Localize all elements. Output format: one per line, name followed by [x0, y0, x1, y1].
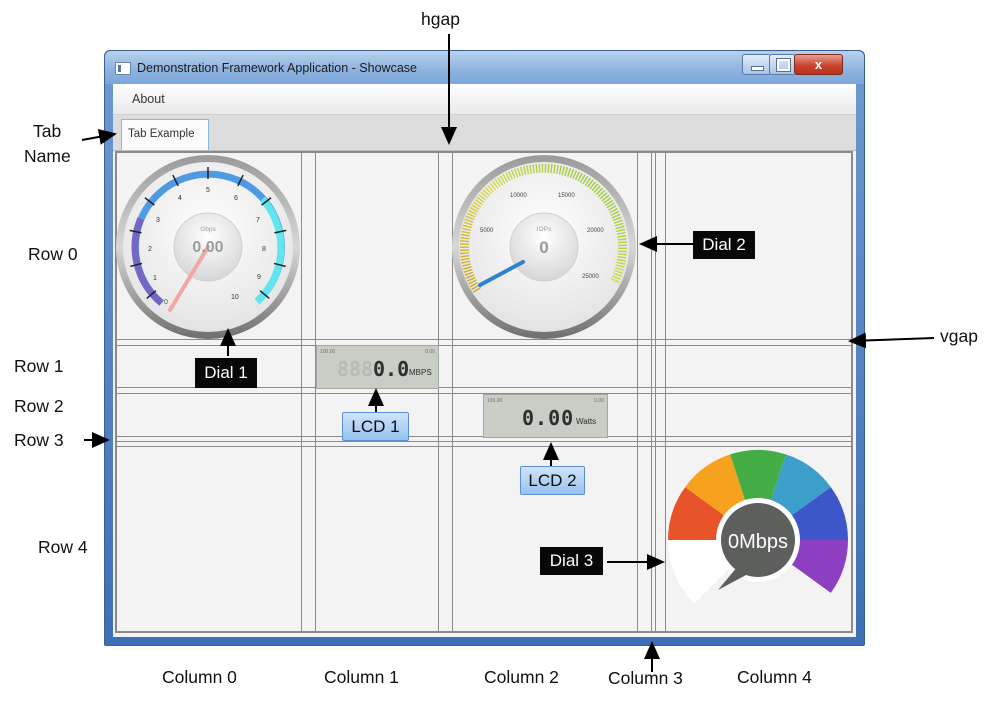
- annotation-arrows: [81, 34, 935, 672]
- tab-name-label-line-2: Name: [24, 146, 71, 166]
- column-3-label: Column 3: [608, 668, 683, 688]
- lcd-1-callout: LCD 1: [342, 412, 409, 441]
- dial-2-callout: Dial 2: [693, 231, 755, 259]
- vgap-label: vgap: [940, 326, 978, 346]
- column-1-label: Column 1: [324, 667, 399, 687]
- column-0-label: Column 0: [162, 667, 237, 687]
- row-4-label: Row 4: [38, 537, 88, 557]
- vgap-arrow: [848, 332, 935, 349]
- row-2-label: Row 2: [14, 396, 64, 416]
- dial-1-callout: Dial 1: [195, 358, 257, 388]
- hgap-label: hgap: [421, 9, 460, 29]
- row-0-label: Row 0: [28, 244, 78, 264]
- dial-3-callout: Dial 3: [540, 547, 603, 575]
- column-4-label: Column 4: [737, 667, 812, 687]
- column-2-label: Column 2: [484, 667, 559, 687]
- tab-name-arrow: [81, 128, 117, 145]
- row-1-label: Row 1: [14, 356, 64, 376]
- lcd-2-callout: LCD 2: [520, 466, 585, 495]
- tab-name-label-line-1: Tab: [33, 121, 62, 141]
- row-3-label: Row 3: [14, 430, 64, 450]
